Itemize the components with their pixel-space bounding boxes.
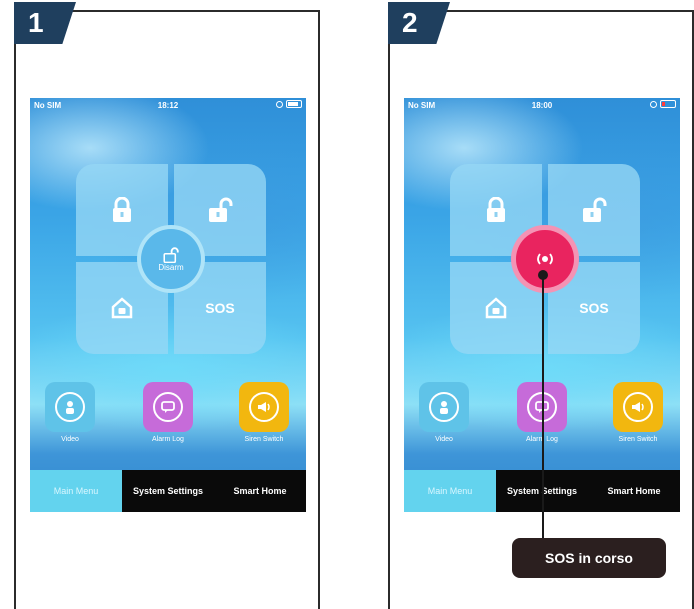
tab-main-menu[interactable]: Main Menu [30, 470, 122, 512]
callout-line [542, 276, 544, 540]
clock: 18:12 [157, 101, 179, 110]
siren-switch-app-label: Siren Switch [244, 436, 284, 443]
siren-icon [613, 382, 663, 432]
alarm-log-app-label: Alarm Log [152, 436, 184, 443]
lock-open-icon [583, 197, 607, 222]
video-app[interactable]: Video [42, 382, 98, 443]
step-2-panel: 2 No SIM 18:00 SOS Video Alarm Log Siren… [388, 2, 694, 609]
location-icon [650, 100, 657, 108]
status-icons [276, 100, 302, 108]
clock: 18:00 [531, 101, 553, 110]
video-app[interactable]: Video [416, 382, 472, 443]
step-1-panel: 1 No SIM 18:12 SOS Disarm Video Alarm Lo… [14, 2, 320, 609]
bottom-tab-bar: Main Menu System Settings Smart Home [30, 470, 306, 512]
video-icon [419, 382, 469, 432]
status-bar: No SIM 18:12 [30, 98, 306, 114]
sos-label: SOS [205, 300, 235, 316]
carrier-label: No SIM [408, 101, 436, 110]
status-bar: No SIM 18:00 [404, 98, 680, 114]
video-app-label: Video [61, 436, 79, 443]
app-shortcuts: Video Alarm Log Siren Switch [30, 382, 306, 460]
alarm-control-pad: SOS [450, 164, 640, 354]
siren-icon [239, 382, 289, 432]
lock-closed-icon [487, 197, 505, 222]
sos-broadcast-icon [537, 253, 553, 265]
phone-screen: No SIM 18:12 SOS Disarm Video Alarm Log … [30, 98, 306, 512]
alarm-log-app[interactable]: Alarm Log [140, 382, 196, 443]
status-icons [650, 100, 676, 108]
alarm-control-pad: SOS Disarm [76, 164, 266, 354]
lock-closed-icon [113, 197, 131, 222]
location-icon [276, 100, 283, 108]
lock-open-icon [163, 246, 179, 263]
siren-switch-app[interactable]: Siren Switch [236, 382, 292, 443]
alarm-log-icon [143, 382, 193, 432]
battery-icon [286, 100, 302, 108]
video-app-label: Video [435, 436, 453, 443]
carrier-label: No SIM [34, 101, 62, 110]
sos-label: SOS [579, 300, 609, 316]
tab-smart-home[interactable]: Smart Home [588, 470, 680, 512]
step-number-badge: 2 [388, 2, 450, 44]
tab-smart-home[interactable]: Smart Home [214, 470, 306, 512]
battery-icon [660, 100, 676, 108]
sos-status-callout: SOS in corso [512, 538, 666, 578]
tab-main-menu[interactable]: Main Menu [404, 470, 496, 512]
home-icon [111, 297, 133, 319]
video-icon [45, 382, 95, 432]
step-number-badge: 1 [14, 2, 76, 44]
center-status-label: Disarm [158, 262, 184, 272]
siren-switch-app[interactable]: Siren Switch [610, 382, 666, 443]
home-icon [485, 297, 507, 319]
tab-system-settings[interactable]: System Settings [122, 470, 214, 512]
sos-active-button[interactable] [511, 225, 579, 293]
siren-switch-app-label: Siren Switch [618, 436, 658, 443]
lock-open-icon [209, 197, 233, 222]
disarm-status-button[interactable]: Disarm [137, 225, 205, 293]
